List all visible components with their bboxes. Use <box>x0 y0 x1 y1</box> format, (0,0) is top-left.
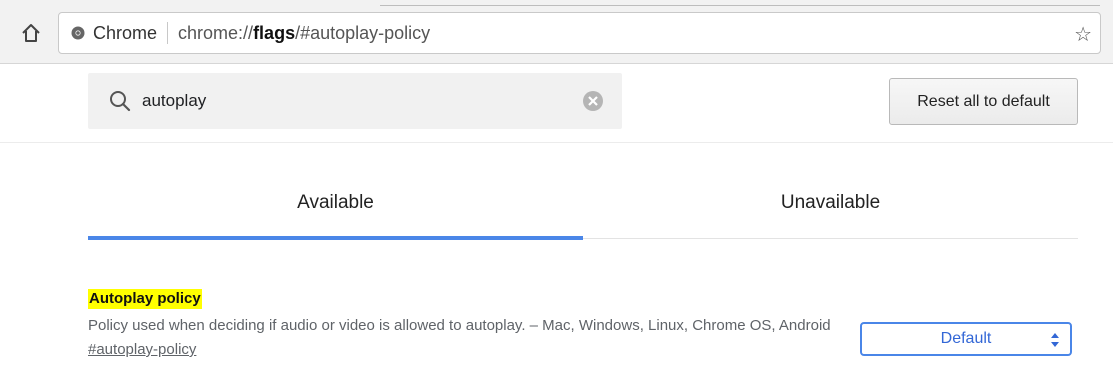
reset-all-button[interactable]: Reset all to default <box>889 78 1078 125</box>
search-input[interactable] <box>142 91 562 111</box>
tab-strip-edge <box>380 0 1100 6</box>
select-value: Default <box>940 330 992 347</box>
flag-state-select[interactable]: Default <box>860 322 1072 356</box>
search-box <box>88 73 622 129</box>
chrome-icon <box>71 26 85 40</box>
browser-toolbar: Chrome chrome://flags/#autoplay-policy ☆ <box>0 0 1113 64</box>
flag-title: Autoplay policy <box>88 289 202 309</box>
tabs: Available Unavailable <box>88 175 1078 241</box>
tab-unavailable[interactable]: Unavailable <box>583 175 1078 239</box>
clear-icon[interactable] <box>582 90 604 112</box>
home-icon <box>22 24 40 42</box>
tab-available[interactable]: Available <box>88 175 583 239</box>
tab-baseline <box>583 238 1078 239</box>
address-bar[interactable]: Chrome chrome://flags/#autoplay-policy ☆ <box>58 12 1101 54</box>
omnibox-divider <box>167 22 169 44</box>
flag-description: Policy used when deciding if audio or vi… <box>88 317 831 334</box>
header-separator <box>0 142 1113 143</box>
select-arrows-icon <box>1051 333 1059 347</box>
search-icon <box>110 91 131 112</box>
url-prefix: chrome:// <box>178 22 254 43</box>
star-icon[interactable]: ☆ <box>1074 22 1092 47</box>
tab-selected-indicator <box>88 236 583 240</box>
home-button[interactable] <box>18 20 44 46</box>
url-path: /#autoplay-policy <box>295 22 431 43</box>
origin-label: Chrome <box>93 22 158 43</box>
url-host: flags <box>253 22 296 43</box>
flag-permalink[interactable]: #autoplay-policy <box>88 341 196 358</box>
url-text: chrome://flags/#autoplay-policy <box>178 23 430 44</box>
